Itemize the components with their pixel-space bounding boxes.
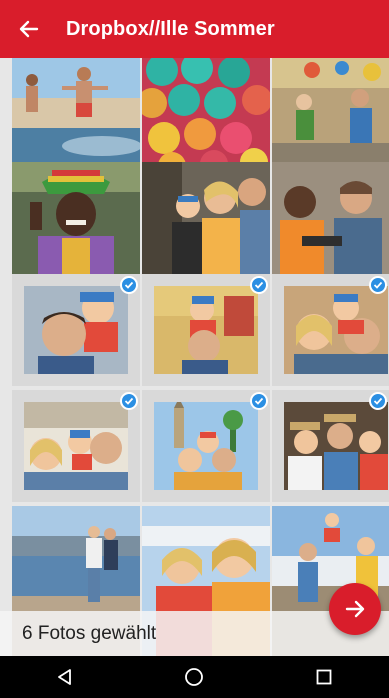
circle-home-icon — [185, 668, 204, 686]
check-icon — [120, 276, 138, 294]
selection-count-label: 6 Fotos gewählt — [22, 622, 157, 644]
photo-child-shoulders — [154, 286, 258, 374]
photo-tile[interactable] — [12, 58, 140, 170]
photo-tile-selected[interactable] — [12, 390, 140, 502]
nav-back-button[interactable] — [35, 656, 95, 698]
photo-family-hats — [284, 402, 388, 490]
photo-family-portrait — [142, 162, 270, 274]
photo-tile-selected[interactable] — [142, 274, 270, 386]
arrow-right-icon — [345, 600, 365, 618]
triangle-back-icon — [57, 669, 71, 685]
system-nav-bar — [0, 656, 389, 698]
check-icon — [250, 276, 268, 294]
photo-father-child — [24, 286, 128, 374]
photo-family-church — [154, 402, 258, 490]
photo-tile-selected[interactable] — [272, 390, 389, 502]
photo-tile[interactable] — [12, 162, 140, 274]
photo-tile[interactable] — [142, 58, 270, 170]
check-icon — [369, 276, 387, 294]
back-button[interactable] — [0, 0, 58, 58]
photo-couple-smiling — [272, 162, 389, 274]
photo-man-colorful-hat — [12, 162, 140, 274]
square-recents-icon — [316, 669, 332, 685]
photo-tile[interactable] — [272, 162, 389, 274]
check-icon — [369, 392, 387, 410]
arrow-left-icon — [19, 20, 39, 38]
next-fab-button[interactable] — [329, 583, 381, 635]
nav-recents-button[interactable] — [294, 656, 354, 698]
photo-tile-selected[interactable] — [12, 274, 140, 386]
check-icon — [250, 392, 268, 410]
check-icon — [120, 392, 138, 410]
photo-market-family — [272, 58, 389, 170]
app-bar: Dropbox//Ille Sommer — [0, 0, 389, 58]
photo-tile-selected[interactable] — [142, 390, 270, 502]
photo-tile[interactable] — [272, 58, 389, 170]
nav-home-button[interactable] — [164, 656, 224, 698]
photo-tile[interactable] — [142, 162, 270, 274]
photo-family-house — [24, 402, 128, 490]
photo-family-three — [284, 286, 388, 374]
photo-tile-selected[interactable] — [272, 274, 389, 386]
photo-beach-runners — [12, 58, 140, 170]
photo-grid — [0, 58, 389, 656]
photo-colorful-towels — [142, 58, 270, 170]
page-title: Dropbox//Ille Sommer — [66, 17, 275, 40]
